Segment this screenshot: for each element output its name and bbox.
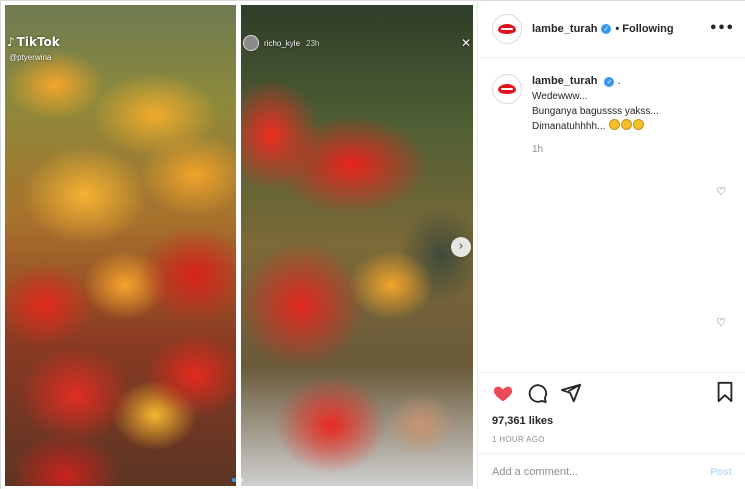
tiktok-watermark: ♪ TikTok	[7, 35, 60, 49]
more-options-icon[interactable]: •••	[709, 21, 734, 36]
lips-logo-icon	[498, 24, 516, 34]
comments-section[interactable]: lambe_turah ✓ . Wedewww... Bunganya bagu…	[478, 58, 745, 372]
caption-line-3: Dimanatuhhhh...	[532, 119, 659, 134]
story-close-icon: ✕	[461, 36, 472, 50]
caption-trailing: .	[617, 75, 621, 87]
post-sidebar: lambe_turah ✓ • Following ••• lambe_tura…	[477, 1, 745, 489]
post-comment-button[interactable]: Post	[710, 467, 732, 478]
caption: lambe_turah ✓ . Wedewww... Bunganya bagu…	[492, 74, 732, 157]
story-avatar	[243, 35, 259, 51]
caption-username[interactable]: lambe_turah	[532, 75, 597, 87]
post-container: ♪ TikTok @ptyerwina richo_kyle 23h ✕ › la…	[0, 0, 745, 489]
post-header: lambe_turah ✓ • Following •••	[478, 1, 745, 58]
caption-line-1: Wedewww...	[532, 91, 588, 102]
caption-line-2: Bunganya bagussss yakss...	[532, 106, 659, 117]
header-separator: •	[615, 23, 620, 35]
caption-line-3-text: Dimanatuhhhh...	[532, 121, 606, 132]
add-comment-bar: Post	[478, 453, 745, 489]
header-username[interactable]: lambe_turah	[532, 23, 597, 35]
grinning-face-icon	[621, 119, 633, 130]
comment-bubble-icon[interactable]	[526, 382, 548, 404]
carousel-dots	[232, 478, 243, 482]
carousel-dot-1	[232, 478, 236, 482]
avatar[interactable]	[492, 14, 522, 44]
caption-avatar[interactable]	[492, 74, 522, 104]
following-button[interactable]: Following	[622, 23, 673, 35]
share-paper-plane-icon[interactable]	[560, 382, 582, 404]
verified-badge-icon: ✓	[604, 77, 615, 87]
caption-body: lambe_turah ✓ . Wedewww... Bunganya bagu…	[532, 74, 659, 157]
comment-like-heart-icon[interactable]: ♡	[716, 185, 726, 198]
caption-time: 1h	[532, 144, 544, 155]
tiktok-icon: ♪	[7, 35, 15, 49]
story-time: 23h	[306, 38, 320, 48]
post-media[interactable]: ♪ TikTok @ptyerwina richo_kyle 23h ✕ ›	[1, 1, 477, 489]
comment-like-heart-icon[interactable]: ♡	[716, 316, 726, 329]
like-heart-icon[interactable]	[492, 382, 514, 404]
tiktok-label: TikTok	[16, 35, 60, 49]
comment-input[interactable]	[492, 466, 711, 478]
media-panel-flowers-left	[5, 5, 236, 486]
post-actions: 97,361 likes 1 HOUR AGO	[478, 372, 745, 452]
tiktok-username: @ptyerwina	[9, 53, 52, 62]
next-arrow-button[interactable]: ›	[451, 237, 471, 257]
action-icons	[492, 381, 732, 405]
grinning-face-icon	[609, 119, 621, 130]
bookmark-icon[interactable]	[714, 381, 736, 403]
post-timestamp: 1 HOUR AGO	[492, 435, 545, 444]
story-username: richo_kyle	[264, 38, 301, 48]
media-panel-flowers-right	[241, 5, 473, 486]
grinning-face-icon	[633, 119, 645, 130]
likes-count[interactable]: 97,361 likes	[492, 415, 732, 427]
story-header: richo_kyle 23h	[243, 35, 319, 51]
verified-badge-icon: ✓	[601, 24, 612, 34]
lips-logo-icon	[498, 84, 516, 94]
carousel-dot-2	[239, 478, 243, 482]
